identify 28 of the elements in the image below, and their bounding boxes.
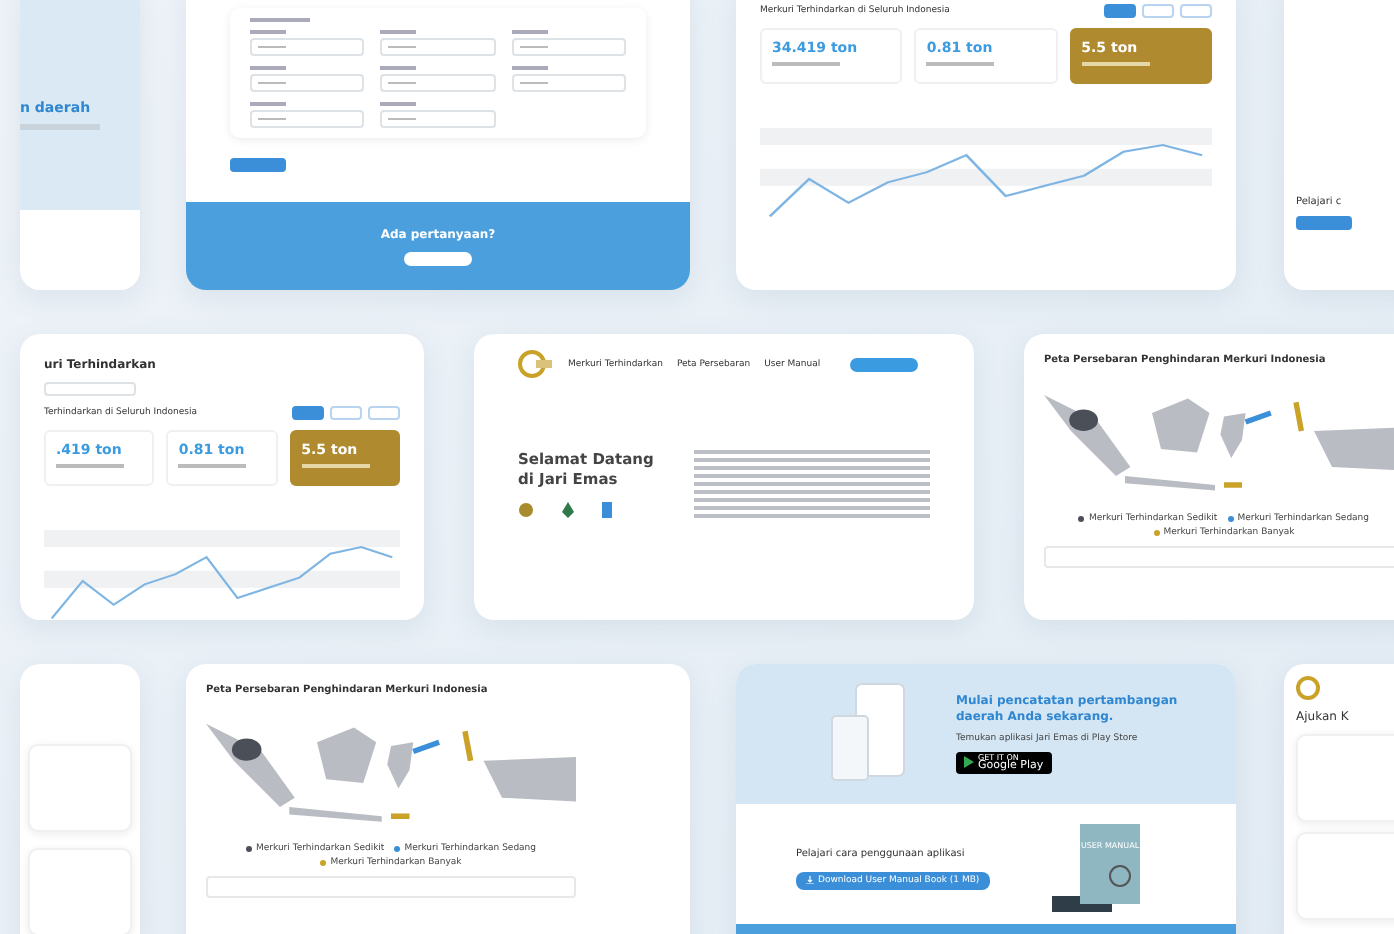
input-field[interactable] — [380, 110, 496, 128]
input-field[interactable] — [250, 38, 365, 56]
filter-tab[interactable] — [1180, 4, 1212, 18]
leaf-icon — [562, 501, 574, 517]
input-field[interactable] — [250, 110, 365, 128]
filter-tab[interactable] — [330, 406, 362, 420]
flag-icon — [602, 501, 612, 517]
submit-button[interactable] — [230, 158, 286, 172]
filter-tab[interactable] — [1104, 4, 1136, 18]
input-field[interactable] — [380, 38, 496, 56]
province-select[interactable] — [44, 382, 136, 396]
play-icon — [964, 756, 974, 769]
filter-tab[interactable] — [1142, 4, 1174, 18]
input-field[interactable] — [250, 74, 365, 92]
download-icon — [806, 876, 814, 884]
input-field[interactable] — [380, 74, 496, 92]
input-field[interactable] — [511, 74, 626, 92]
filter-tab[interactable] — [292, 406, 324, 420]
filter-tab[interactable] — [368, 406, 400, 420]
contact-button[interactable] — [404, 251, 472, 265]
logo-icon — [518, 350, 554, 378]
emblem-icon — [518, 501, 534, 517]
embed-link-field[interactable] — [1044, 546, 1394, 568]
logo-icon — [1296, 676, 1320, 700]
input-field[interactable] — [511, 38, 626, 56]
download-button[interactable] — [1296, 216, 1352, 230]
embed-link-field[interactable] — [206, 876, 576, 898]
nav-button[interactable] — [850, 357, 919, 371]
